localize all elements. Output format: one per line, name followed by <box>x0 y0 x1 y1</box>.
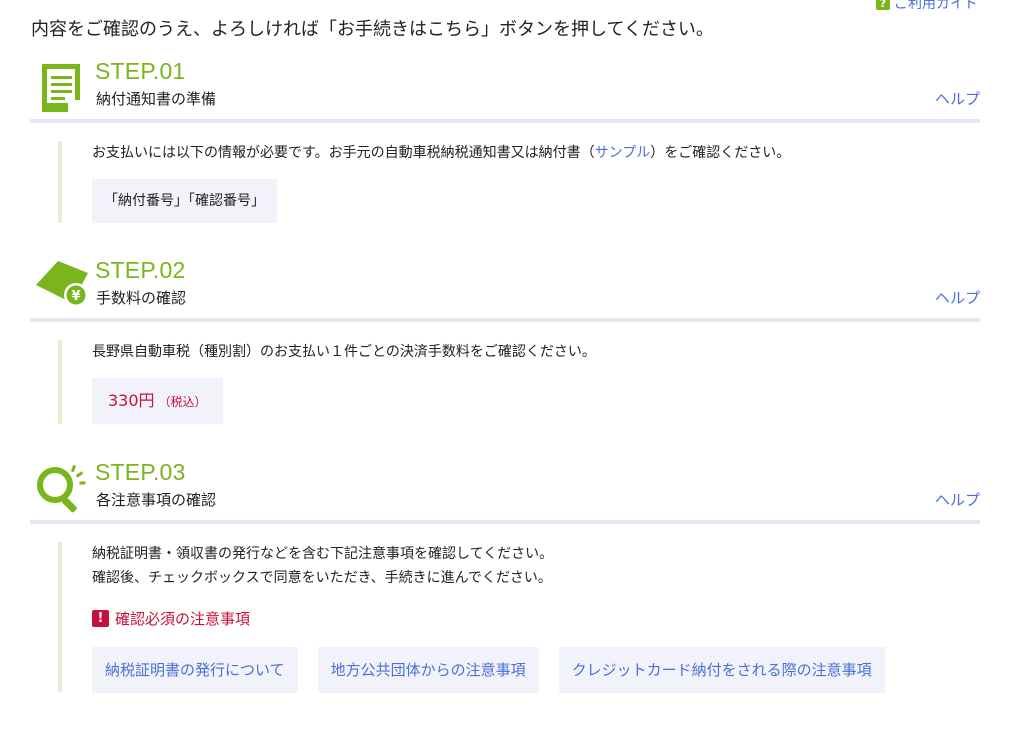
required-notice-label: 確認必須の注意事項 <box>115 610 251 628</box>
intro-text: 内容をご確認のうえ、よろしければ「お手続きはこちら」ボタンを押してください。 <box>31 19 714 40</box>
tax-certificate-notice-button[interactable]: 納税証明書の発行について <box>92 647 298 693</box>
step1-help-link[interactable]: ヘルプ <box>935 88 980 109</box>
step3-body: 納税証明書・領収書の発行などを含む下記注意事項を確認してください。 確認後、チェ… <box>58 542 885 693</box>
step3-number: STEP.03 <box>95 459 186 485</box>
usage-guide-label: ご利用ガイド <box>894 0 978 12</box>
step1-text-before: お支払いには以下の情報が必要です。お手元の自動車税納税通知書又は納付書（ <box>92 145 595 161</box>
usage-guide-link[interactable]: ? ご利用ガイド <box>876 0 978 13</box>
fee-ticket-icon: ¥ <box>36 261 88 307</box>
sample-link[interactable]: サンプル <box>595 145 651 161</box>
step1-header: STEP.01 納付通知書の準備 ヘルプ <box>30 58 980 116</box>
step3-divider <box>30 520 980 524</box>
step1-title: 納付通知書の準備 <box>96 90 217 108</box>
step2-header: ¥ STEP.02 手数料の確認 ヘルプ <box>30 257 980 315</box>
required-notice: ! 確認必須の注意事項 <box>92 608 885 629</box>
credit-card-notice-button[interactable]: クレジットカード納付をされる際の注意事項 <box>558 647 885 693</box>
question-icon: ? <box>876 0 890 10</box>
step2-divider <box>30 318 980 322</box>
required-info-box: 「納付番号」「確認番号」 <box>92 179 277 223</box>
step1-description: お支払いには以下の情報が必要です。お手元の自動車税納税通知書又は納付書（サンプル… <box>92 141 790 165</box>
step2-help-link[interactable]: ヘルプ <box>935 287 980 308</box>
local-government-notice-button[interactable]: 地方公共団体からの注意事項 <box>317 647 539 693</box>
step1-number: STEP.01 <box>95 58 186 84</box>
step3-header: STEP.03 各注意事項の確認 ヘルプ <box>30 459 980 517</box>
step2-number: STEP.02 <box>95 257 186 283</box>
step3-description-line2: 確認後、チェックボックスで同意をいただき、手続きに進んでください。 <box>92 570 552 586</box>
step2-description: 長野県自動車税（種別割）のお支払い１件ごとの決済手数料をご確認ください。 <box>92 344 596 360</box>
fee-amount: 330円 <box>108 391 155 410</box>
exclamation-icon: ! <box>92 610 109 627</box>
step1-divider <box>30 119 980 123</box>
notice-button-row: 納税証明書の発行について 地方公共団体からの注意事項 クレジットカード納付をされ… <box>92 647 885 693</box>
step3-title: 各注意事項の確認 <box>96 491 217 509</box>
step2-body: 長野県自動車税（種別割）のお支払い１件ごとの決済手数料をご確認ください。 330… <box>58 340 596 424</box>
step3-description-line1: 納税証明書・領収書の発行などを含む下記注意事項を確認してください。 <box>92 546 554 562</box>
fee-box: 330円 （税込） <box>92 378 223 424</box>
step3-help-link[interactable]: ヘルプ <box>935 489 980 510</box>
fee-tax-note: （税込） <box>158 395 207 409</box>
step2-title: 手数料の確認 <box>96 289 187 307</box>
magnifier-icon <box>37 464 86 513</box>
svg-text:¥: ¥ <box>71 289 80 304</box>
document-icon <box>42 64 80 112</box>
step1-text-after: ）をご確認ください。 <box>650 145 791 161</box>
step1-body: お支払いには以下の情報が必要です。お手元の自動車税納税通知書又は納付書（サンプル… <box>58 141 790 223</box>
